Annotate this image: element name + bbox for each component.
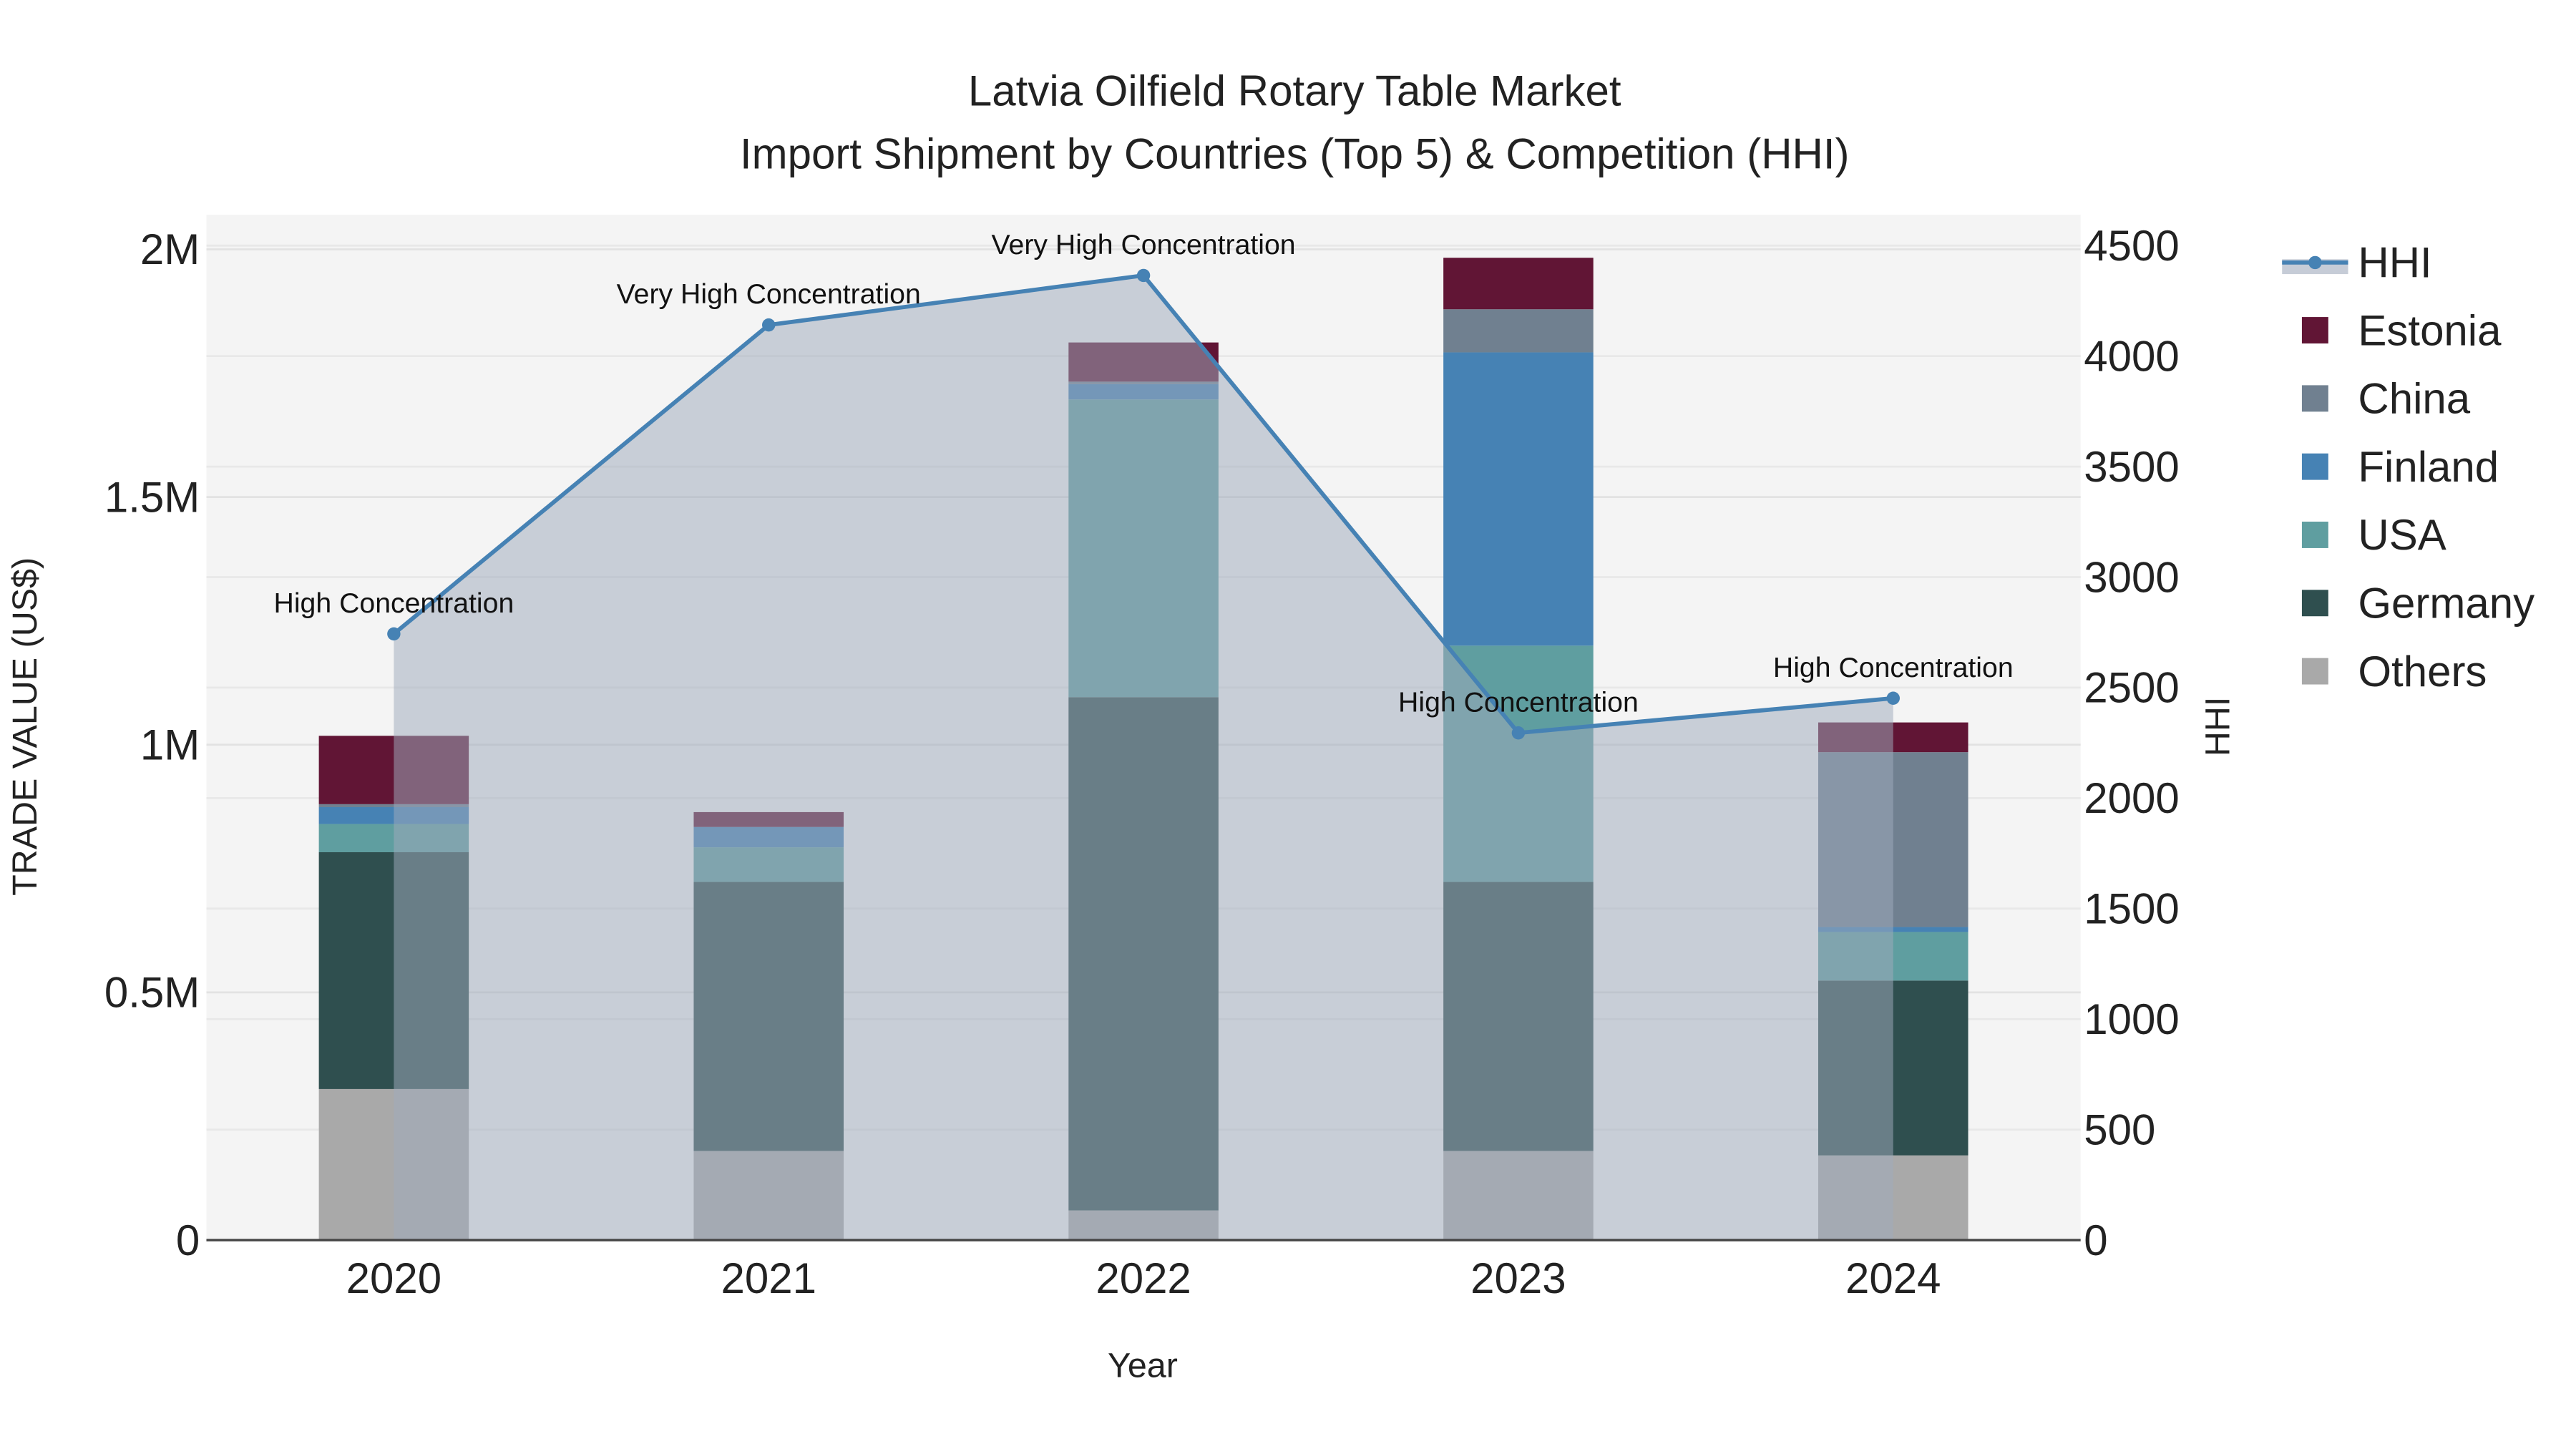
x-tick-label: 2023 — [1470, 1254, 1566, 1302]
y-tick-label: 0.5M — [104, 969, 200, 1017]
hhi-point — [387, 627, 401, 641]
y2-tick-label: 3500 — [2084, 443, 2179, 491]
y-tick-label: 0 — [176, 1216, 200, 1264]
bar-estonia-2023 — [1443, 258, 1594, 310]
bar-china-2023 — [1443, 309, 1594, 353]
y2-tick-label: 1000 — [2084, 995, 2179, 1043]
legend-label: Others — [2358, 648, 2487, 696]
legend-label: HHI — [2358, 239, 2431, 287]
chart: High Concentration Very High Concentratio… — [0, 0, 2576, 1449]
legend-label: China — [2358, 375, 2470, 423]
hhi-point — [762, 318, 776, 332]
legend-swatch-usa — [2301, 522, 2328, 548]
y2-tick-label: 1500 — [2084, 885, 2179, 933]
legend-label: Finland — [2358, 443, 2499, 491]
legend-label: Estonia — [2358, 306, 2502, 354]
bar-finland-2023 — [1443, 352, 1594, 646]
chart-title: Latvia Oilfield Rotary Table Market — [968, 67, 1621, 115]
y2-tick-label: 0 — [2084, 1216, 2107, 1264]
y2-tick-label: 2000 — [2084, 774, 2179, 822]
legend-swatch-china — [2301, 385, 2328, 412]
chart-subtitle: Import Shipment by Countries (Top 5) & C… — [740, 130, 1850, 177]
y2-tick-label: 500 — [2084, 1106, 2155, 1153]
legend-swatch-estonia — [2301, 317, 2328, 343]
legend-hhi-marker — [2308, 255, 2322, 270]
legend-label: Germany — [2358, 580, 2534, 628]
hhi-point — [1886, 691, 1900, 706]
y-tick-label: 1M — [140, 721, 200, 769]
y2-tick-label: 4500 — [2084, 222, 2179, 270]
x-tick-label: 2024 — [1845, 1254, 1941, 1302]
hhi-label: High Concentration — [1773, 652, 2014, 683]
y-axis-title: TRADE VALUE (US$) — [6, 557, 44, 896]
y2-tick-label: 4000 — [2084, 332, 2179, 380]
x-axis-title: Year — [1108, 1347, 1178, 1385]
x-tick-label: 2020 — [346, 1254, 441, 1302]
y-tick-label: 2M — [140, 225, 200, 273]
hhi-label: Very High Concentration — [617, 278, 921, 310]
y2-axis-title: HHI — [2198, 697, 2237, 756]
y2-tick-label: 2500 — [2084, 664, 2179, 712]
hhi-label: High Concentration — [1398, 686, 1639, 718]
y2-tick-label: 3000 — [2084, 553, 2179, 601]
x-tick-label: 2021 — [721, 1254, 816, 1302]
x-tick-label: 2022 — [1096, 1254, 1191, 1302]
hhi-point — [1136, 268, 1151, 283]
hhi-point — [1511, 726, 1526, 740]
legend-swatch-germany — [2301, 590, 2328, 617]
y-tick-label: 1.5M — [104, 473, 200, 521]
legend-swatch-finland — [2301, 453, 2328, 480]
legend-swatch-others — [2301, 658, 2328, 685]
hhi-label: Very High Concentration — [992, 229, 1296, 260]
legend-label: USA — [2358, 511, 2446, 559]
hhi-label: High Concentration — [274, 587, 514, 619]
